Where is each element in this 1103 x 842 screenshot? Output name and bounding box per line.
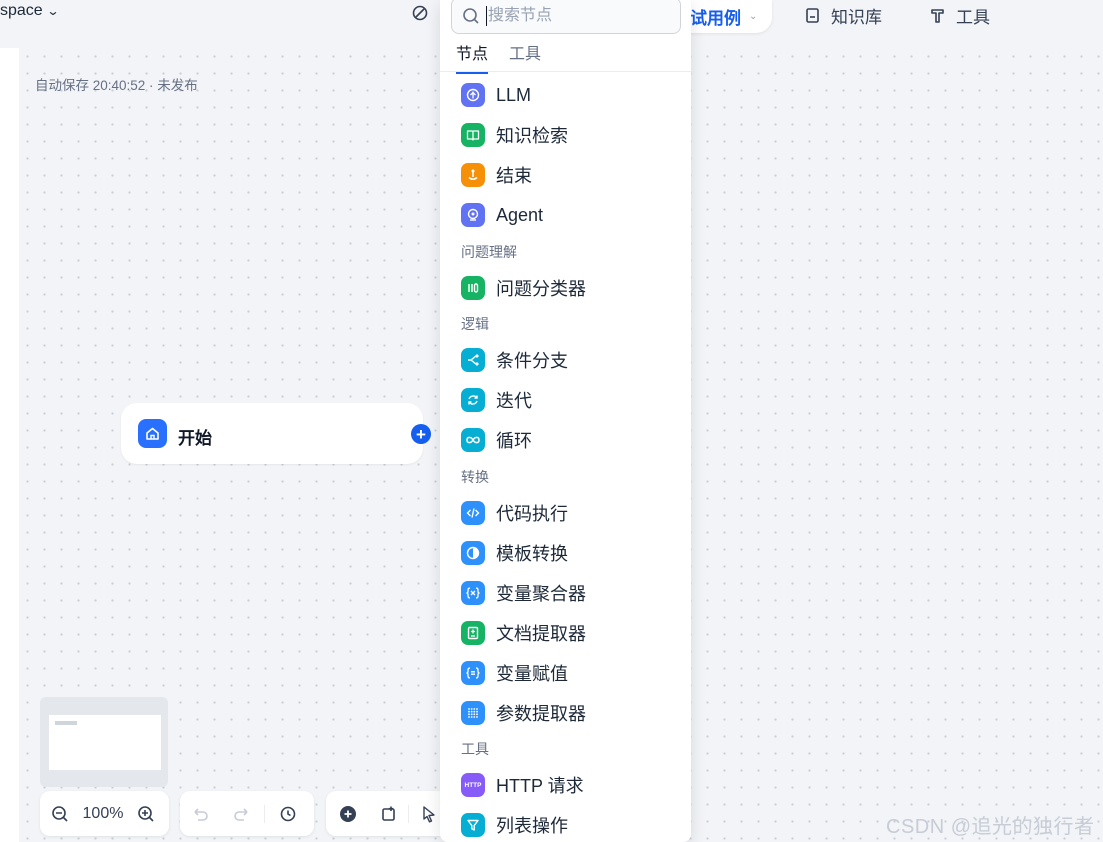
start-node-label: 开始 — [178, 429, 212, 448]
node-item-list-operator[interactable]: 列表操作 — [461, 812, 568, 838]
node-item-label: 模板转换 — [496, 544, 568, 564]
zoom-in-button[interactable] — [126, 805, 166, 823]
if-else-icon — [461, 348, 485, 372]
chevron-down-icon: ⌄ — [46, 4, 60, 18]
node-item-label: 代码执行 — [496, 504, 568, 524]
history-toolbar — [180, 791, 314, 836]
tab-nodes[interactable]: 节点 — [456, 40, 489, 74]
node-item-template[interactable]: 模板转换 — [461, 540, 568, 566]
node-item-label: 问题分类器 — [496, 279, 586, 299]
node-item-if-else[interactable]: 条件分支 — [461, 347, 568, 373]
explore-icon[interactable] — [411, 4, 429, 22]
node-item-label: 列表操作 — [496, 816, 568, 836]
node-item-http-request[interactable]: HTTP HTTP 请求 — [461, 772, 584, 798]
group-title-question-understanding: 问题理解 — [461, 244, 517, 260]
minimap[interactable] — [40, 697, 168, 787]
book-icon — [806, 8, 819, 23]
node-item-label: 变量赋值 — [496, 664, 568, 684]
node-item-loop[interactable]: 循环 — [461, 427, 532, 453]
node-search-box[interactable] — [451, 0, 681, 34]
group-title-tools: 工具 — [461, 741, 489, 757]
zoom-level[interactable]: 100% — [80, 805, 126, 823]
node-search-input[interactable] — [486, 5, 670, 26]
add-circle-icon — [340, 805, 356, 822]
node-item-end[interactable]: 结束 — [461, 162, 532, 188]
list-operator-icon — [461, 813, 485, 837]
add-node-button[interactable] — [326, 805, 370, 823]
node-item-label: HTTP 请求 — [496, 776, 584, 796]
tab-tools[interactable]: 工具 — [509, 40, 541, 72]
variable-assign-icon — [461, 661, 485, 685]
left-sidebar-edge — [0, 48, 19, 842]
hammer-icon — [931, 9, 944, 23]
node-item-llm[interactable]: LLM — [461, 82, 531, 108]
add-note-button[interactable] — [370, 805, 408, 823]
question-classifier-icon — [461, 276, 485, 300]
search-icon — [463, 7, 479, 24]
template-icon — [461, 541, 485, 565]
group-title-transform: 转换 — [461, 469, 489, 485]
workspace-label: space — [0, 2, 43, 19]
home-icon — [138, 419, 167, 448]
node-item-label: 结束 — [496, 166, 532, 186]
test-case-label: 试用例 — [690, 9, 741, 28]
llm-icon — [461, 83, 485, 107]
minimap-node — [55, 721, 77, 725]
nav-knowledge-label: 知识库 — [831, 8, 882, 27]
doc-extractor-icon — [461, 621, 485, 645]
node-picker-panel: 节点 工具 LLM 知识检索 结束 Agent 问题理解 问题分类器 逻辑 — [440, 0, 691, 842]
loop-icon — [461, 428, 485, 452]
variable-aggregator-icon — [461, 581, 485, 605]
node-item-question-classifier[interactable]: 问题分类器 — [461, 275, 586, 301]
nav-tools-label: 工具 — [956, 8, 990, 27]
knowledge-retrieval-icon — [461, 123, 485, 147]
node-item-knowledge-retrieval[interactable]: 知识检索 — [461, 122, 568, 148]
node-item-label: 循环 — [496, 431, 532, 451]
workspace-switcher[interactable]: space ⌄ — [0, 2, 60, 20]
parameter-extractor-icon — [461, 701, 485, 725]
zoom-in-icon — [138, 805, 154, 822]
redo-button[interactable] — [220, 805, 264, 823]
group-title-logic: 逻辑 — [461, 316, 489, 332]
node-item-parameter-extractor[interactable]: 参数提取器 — [461, 700, 586, 726]
edit-toolbar — [326, 791, 456, 836]
node-item-label: 条件分支 — [496, 351, 568, 371]
agent-icon — [461, 203, 485, 227]
version-history-button[interactable] — [265, 805, 311, 823]
node-item-label: 文档提取器 — [496, 624, 586, 644]
node-item-label: Agent — [496, 204, 544, 225]
node-item-agent[interactable]: Agent — [461, 202, 543, 228]
node-item-label: 迭代 — [496, 391, 532, 411]
redo-icon — [234, 807, 248, 821]
nav-tools[interactable]: 工具 — [929, 3, 990, 28]
undo-icon — [194, 807, 208, 821]
add-next-node-button[interactable]: + — [411, 424, 431, 444]
nav-knowledge[interactable]: 知识库 — [804, 3, 882, 28]
node-item-label: LLM — [496, 84, 532, 105]
node-item-code[interactable]: 代码执行 — [461, 500, 568, 526]
history-icon — [280, 806, 296, 821]
node-item-variable-aggregator[interactable]: 变量聚合器 — [461, 580, 586, 606]
cursor-icon — [423, 805, 435, 822]
note-icon — [382, 806, 395, 821]
node-item-iteration[interactable]: 迭代 — [461, 387, 532, 413]
autosave-status: 自动保存 20:40:52 · 未发布 — [35, 78, 198, 93]
zoom-out-button[interactable] — [40, 805, 80, 823]
node-item-variable-assign[interactable]: 变量赋值 — [461, 660, 568, 686]
start-node[interactable]: 开始 — [121, 403, 423, 464]
iteration-icon — [461, 388, 485, 412]
chevron-down-icon: ⌄ — [749, 11, 758, 22]
watermark: CSDN @追光的独行者 — [886, 816, 1095, 838]
node-item-label: 知识检索 — [496, 126, 568, 146]
zoom-out-icon — [52, 805, 68, 822]
code-icon — [461, 501, 485, 525]
undo-button[interactable] — [180, 805, 220, 823]
zoom-toolbar: 100% — [40, 791, 169, 836]
node-item-doc-extractor[interactable]: 文档提取器 — [461, 620, 586, 646]
node-item-label: 参数提取器 — [496, 704, 586, 724]
node-picker-tabs: 节点 工具 — [440, 38, 691, 74]
http-icon: HTTP — [461, 773, 485, 797]
node-item-label: 变量聚合器 — [496, 584, 586, 604]
end-icon — [461, 163, 485, 187]
